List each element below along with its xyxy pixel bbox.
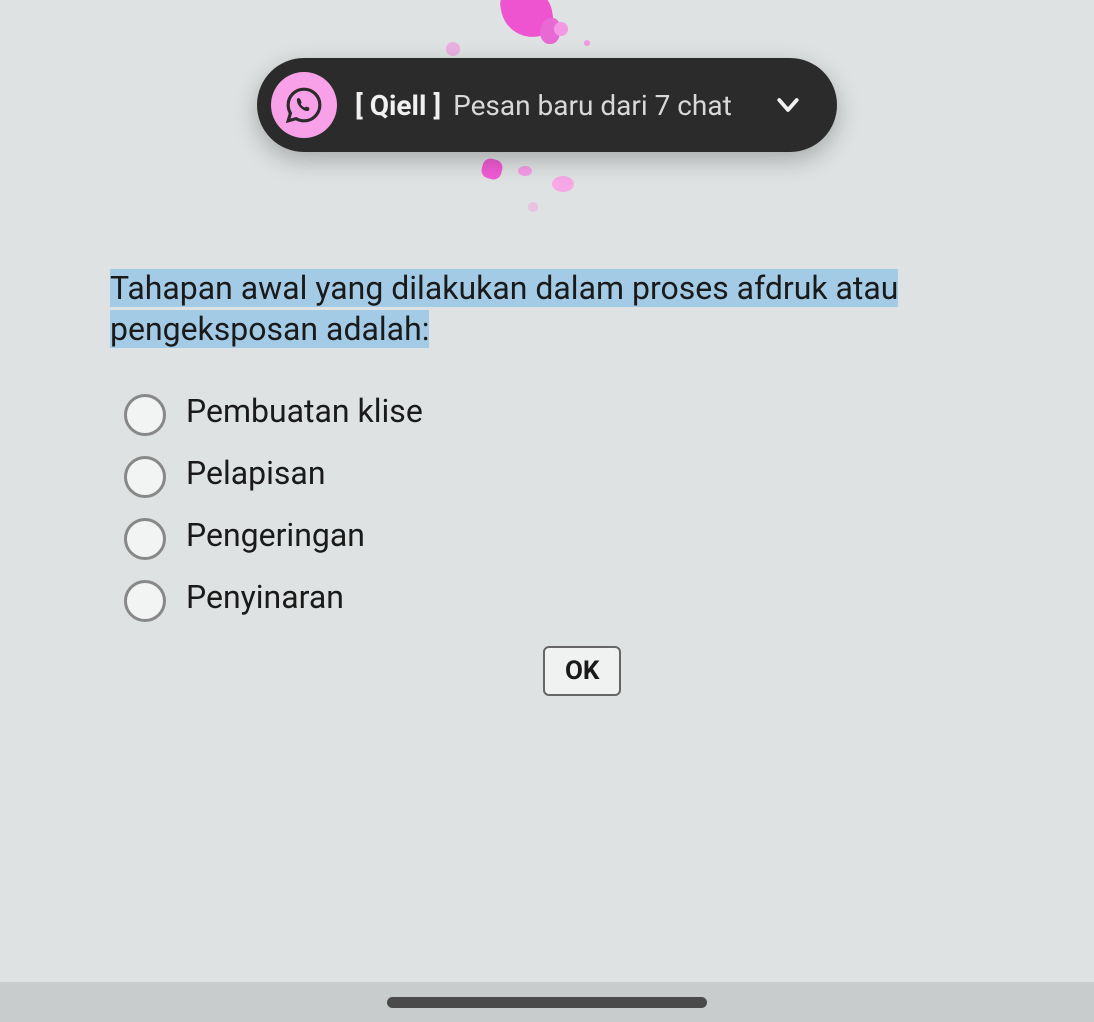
options-list: Pembuatan klise Pelapisan Pengeringan Pe… bbox=[110, 390, 984, 622]
notification-message: Pesan baru dari 7 chat bbox=[453, 89, 732, 122]
notification-expand-button[interactable] bbox=[773, 90, 803, 120]
radio-button[interactable] bbox=[124, 456, 166, 498]
notification-sender: [ Qiell ] bbox=[355, 89, 441, 122]
option-row[interactable]: Pengeringan bbox=[124, 514, 984, 560]
decorative-splash-dot bbox=[554, 22, 568, 36]
decorative-splash-dot bbox=[584, 40, 590, 46]
question-container: Tahapan awal yang dilakukan dalam proses… bbox=[110, 268, 984, 638]
radio-button[interactable] bbox=[124, 580, 166, 622]
bottom-navigation-bar bbox=[0, 982, 1094, 1022]
notification-app-badge bbox=[271, 72, 337, 138]
option-label: Penyinaran bbox=[186, 576, 344, 616]
option-row[interactable]: Penyinaran bbox=[124, 576, 984, 622]
decorative-splash-dot bbox=[528, 202, 538, 212]
notification-banner[interactable]: [ Qiell ] Pesan baru dari 7 chat bbox=[257, 58, 837, 152]
chevron-down-icon bbox=[773, 90, 803, 120]
radio-button[interactable] bbox=[124, 518, 166, 560]
decorative-splash-dot bbox=[518, 166, 532, 176]
radio-button[interactable] bbox=[124, 394, 166, 436]
option-label: Pengeringan bbox=[186, 514, 365, 554]
whatsapp-icon bbox=[285, 86, 323, 124]
option-row[interactable]: Pelapisan bbox=[124, 452, 984, 498]
decorative-splash-dot bbox=[480, 157, 504, 181]
option-label: Pelapisan bbox=[186, 452, 325, 492]
ok-button[interactable]: OK bbox=[543, 646, 621, 696]
question-highlighted-text: Tahapan awal yang dilakukan dalam proses… bbox=[110, 269, 898, 348]
notification-text: [ Qiell ] Pesan baru dari 7 chat bbox=[355, 89, 735, 122]
option-label: Pembuatan klise bbox=[186, 390, 423, 430]
decorative-splash-dot bbox=[552, 176, 574, 192]
question-text: Tahapan awal yang dilakukan dalam proses… bbox=[110, 268, 984, 350]
decorative-splash-dot bbox=[446, 42, 460, 56]
home-indicator[interactable] bbox=[387, 997, 707, 1008]
option-row[interactable]: Pembuatan klise bbox=[124, 390, 984, 436]
